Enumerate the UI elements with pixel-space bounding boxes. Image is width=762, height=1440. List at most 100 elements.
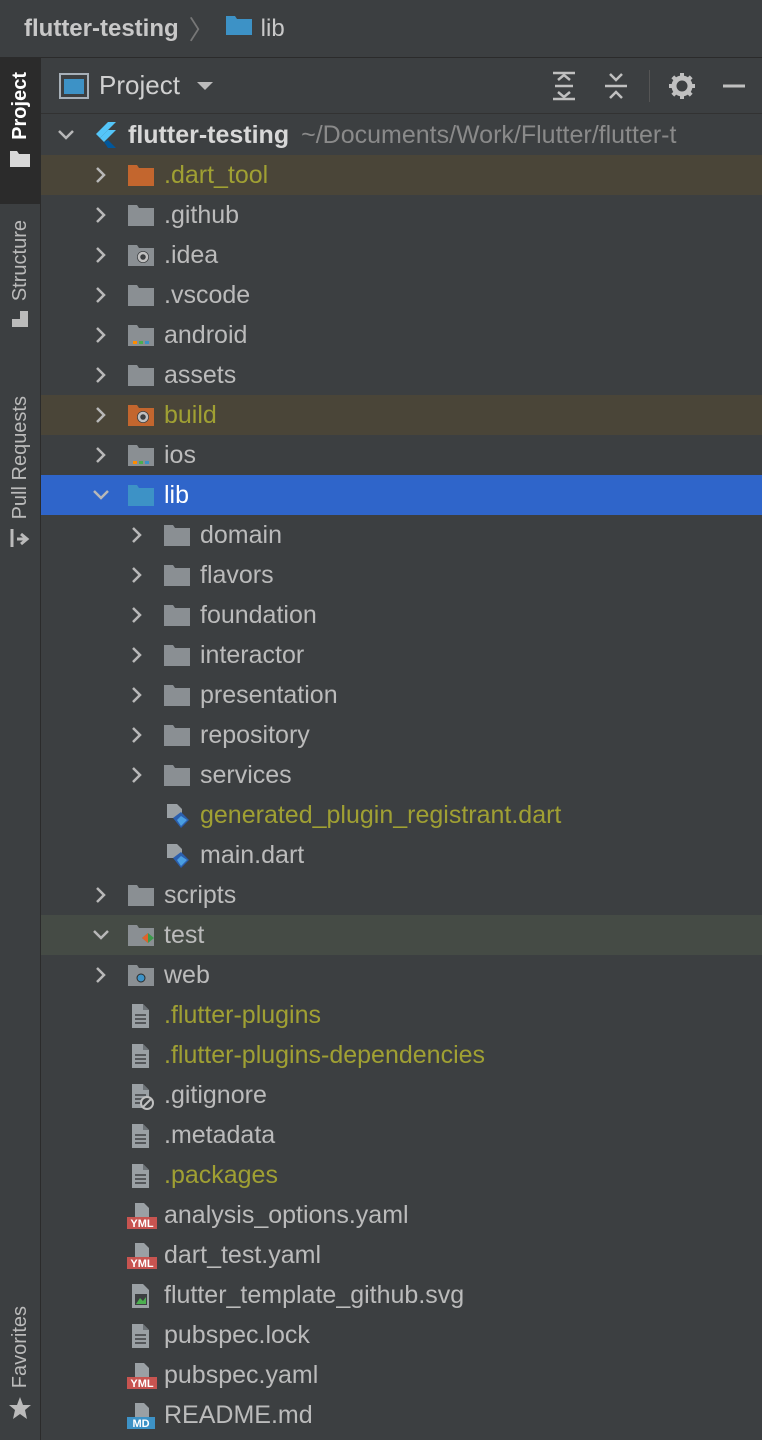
chevron-right-icon[interactable] [127,565,147,585]
tree-item-dot-idea[interactable]: .idea [41,235,762,275]
hide-panel-icon[interactable] [716,68,752,104]
folder-test-icon [127,922,155,950]
collapse-all-icon[interactable] [598,68,634,104]
chevron-right-icon[interactable] [91,205,111,225]
tree-item-dot-gitignore[interactable]: .gitignore [41,1075,762,1115]
tree-item-label: web [164,960,210,989]
expand-all-icon[interactable] [546,68,582,104]
folder-module-icon [127,322,155,350]
chevron-down-icon[interactable] [196,80,214,92]
tree-item-label: .packages [164,1160,278,1189]
chevron-down-icon[interactable] [91,485,111,505]
yaml-badge: YML [130,1378,154,1390]
tree-item-flutter-template-github-svg[interactable]: flutter_template_github.svg [41,1275,762,1315]
chevron-right-icon[interactable] [127,605,147,625]
tree-item-dot-metadata[interactable]: .metadata [41,1115,762,1155]
chevron-right-icon[interactable] [91,285,111,305]
tree-item-analysis-options-yaml[interactable]: YML analysis_options.yaml [41,1195,762,1235]
chevron-right-icon[interactable] [91,165,111,185]
tree-item-label: analysis_options.yaml [164,1200,409,1229]
chevron-right-icon[interactable] [127,725,147,745]
tree-item-build[interactable]: build [41,395,762,435]
yaml-badge: YML [130,1258,154,1270]
tree-item-pubspec-yaml[interactable]: YML pubspec.yaml [41,1355,762,1395]
tree-item-pubspec-lock[interactable]: pubspec.lock [41,1315,762,1355]
text-file-icon [127,1002,155,1030]
dart-file-icon [163,842,191,870]
yaml-file-icon: YML [127,1242,157,1270]
breadcrumb-current[interactable]: lib [261,15,285,43]
tree-item-dot-flutter-plugins[interactable]: .flutter-plugins [41,995,762,1035]
chevron-down-icon[interactable] [56,125,76,145]
tree-item-flavors[interactable]: flavors [41,555,762,595]
tree-item-dart-test-yaml[interactable]: YML dart_test.yaml [41,1235,762,1275]
tree-item-label: assets [164,360,237,389]
pull-request-icon [9,527,31,554]
folder-icon [163,602,191,630]
tree-item-dot-packages[interactable]: .packages [41,1155,762,1195]
project-panel-header: Project [41,58,762,114]
tree-item-label: repository [200,720,310,749]
text-file-icon [127,1162,155,1190]
tree-item-foundation[interactable]: foundation [41,595,762,635]
tree-item-generated-plugin-registrant-dart[interactable]: generated_plugin_registrant.dart [41,795,762,835]
folder-excluded-icon [127,162,155,190]
project-view-selector[interactable]: Project [99,70,180,101]
chevron-right-icon[interactable] [91,965,111,985]
chevron-right-icon[interactable] [91,445,111,465]
tree-item-readme-md[interactable]: MD README.md [41,1395,762,1435]
chevron-right-icon[interactable] [91,365,111,385]
yaml-badge: YML [130,1218,154,1230]
tree-item-label: flavors [200,560,274,589]
text-file-icon [127,1042,155,1070]
tree-item-services[interactable]: services [41,755,762,795]
folder-icon [163,762,191,790]
ignore-file-icon [127,1082,155,1110]
folder-module-icon [127,442,155,470]
chevron-down-icon[interactable] [91,925,111,945]
tree-item-repository[interactable]: repository [41,715,762,755]
tree-item-dot-dart-tool[interactable]: .dart_tool [41,155,762,195]
tree-item-dot-flutter-plugins-dependencies[interactable]: .flutter-plugins-dependencies [41,1035,762,1075]
tree-item-domain[interactable]: domain [41,515,762,555]
tree-item-dot-vscode[interactable]: .vscode [41,275,762,315]
tree-item-ios[interactable]: ios [41,435,762,475]
tool-pull-requests[interactable]: Pull Requests [0,396,40,568]
tree-item-assets[interactable]: assets [41,355,762,395]
breadcrumb: flutter-testing 〉 lib [0,0,762,58]
tree-item-label: .github [164,200,240,229]
tree-item-presentation[interactable]: presentation [41,675,762,715]
folder-icon [127,202,155,230]
chevron-right-icon[interactable] [91,885,111,905]
tree-item-label: android [164,320,248,349]
breadcrumb-root[interactable]: flutter-testing [24,15,179,43]
chevron-right-icon[interactable] [127,765,147,785]
tool-favorites-label: Favorites [8,1306,31,1389]
gear-icon[interactable] [664,68,700,104]
star-icon [8,1396,32,1425]
chevron-right-icon[interactable] [91,405,111,425]
tree-item-lib[interactable]: lib [41,475,762,515]
tool-favorites[interactable]: Favorites [0,1306,40,1440]
markdown-file-icon: MD [127,1402,155,1430]
tree-item-test[interactable]: test [41,915,762,955]
chevron-right-icon[interactable] [127,685,147,705]
tree-item-android[interactable]: android [41,315,762,355]
project-tree: flutter-testing ~/Documents/Work/Flutter/… [41,115,762,1435]
chevron-right-icon[interactable] [127,645,147,665]
tree-item-scripts[interactable]: scripts [41,875,762,915]
tree-root-row[interactable]: flutter-testing ~/Documents/Work/Flutter/… [41,115,762,155]
tool-window-strip: Project Structure Pull Requests Favorite… [0,58,41,1440]
tree-item-dot-github[interactable]: .github [41,195,762,235]
tree-item-web[interactable]: web [41,955,762,995]
folder-icon [163,642,191,670]
tool-project[interactable]: Project [0,58,40,204]
chevron-right-icon[interactable] [91,245,111,265]
tree-item-main-dart[interactable]: main.dart [41,835,762,875]
chevron-right-icon[interactable] [91,325,111,345]
tree-item-label: README.md [164,1400,313,1429]
chevron-right-icon[interactable] [127,525,147,545]
tree-item-label: .idea [164,240,219,269]
tree-item-interactor[interactable]: interactor [41,635,762,675]
tool-structure[interactable]: Structure [0,220,40,360]
